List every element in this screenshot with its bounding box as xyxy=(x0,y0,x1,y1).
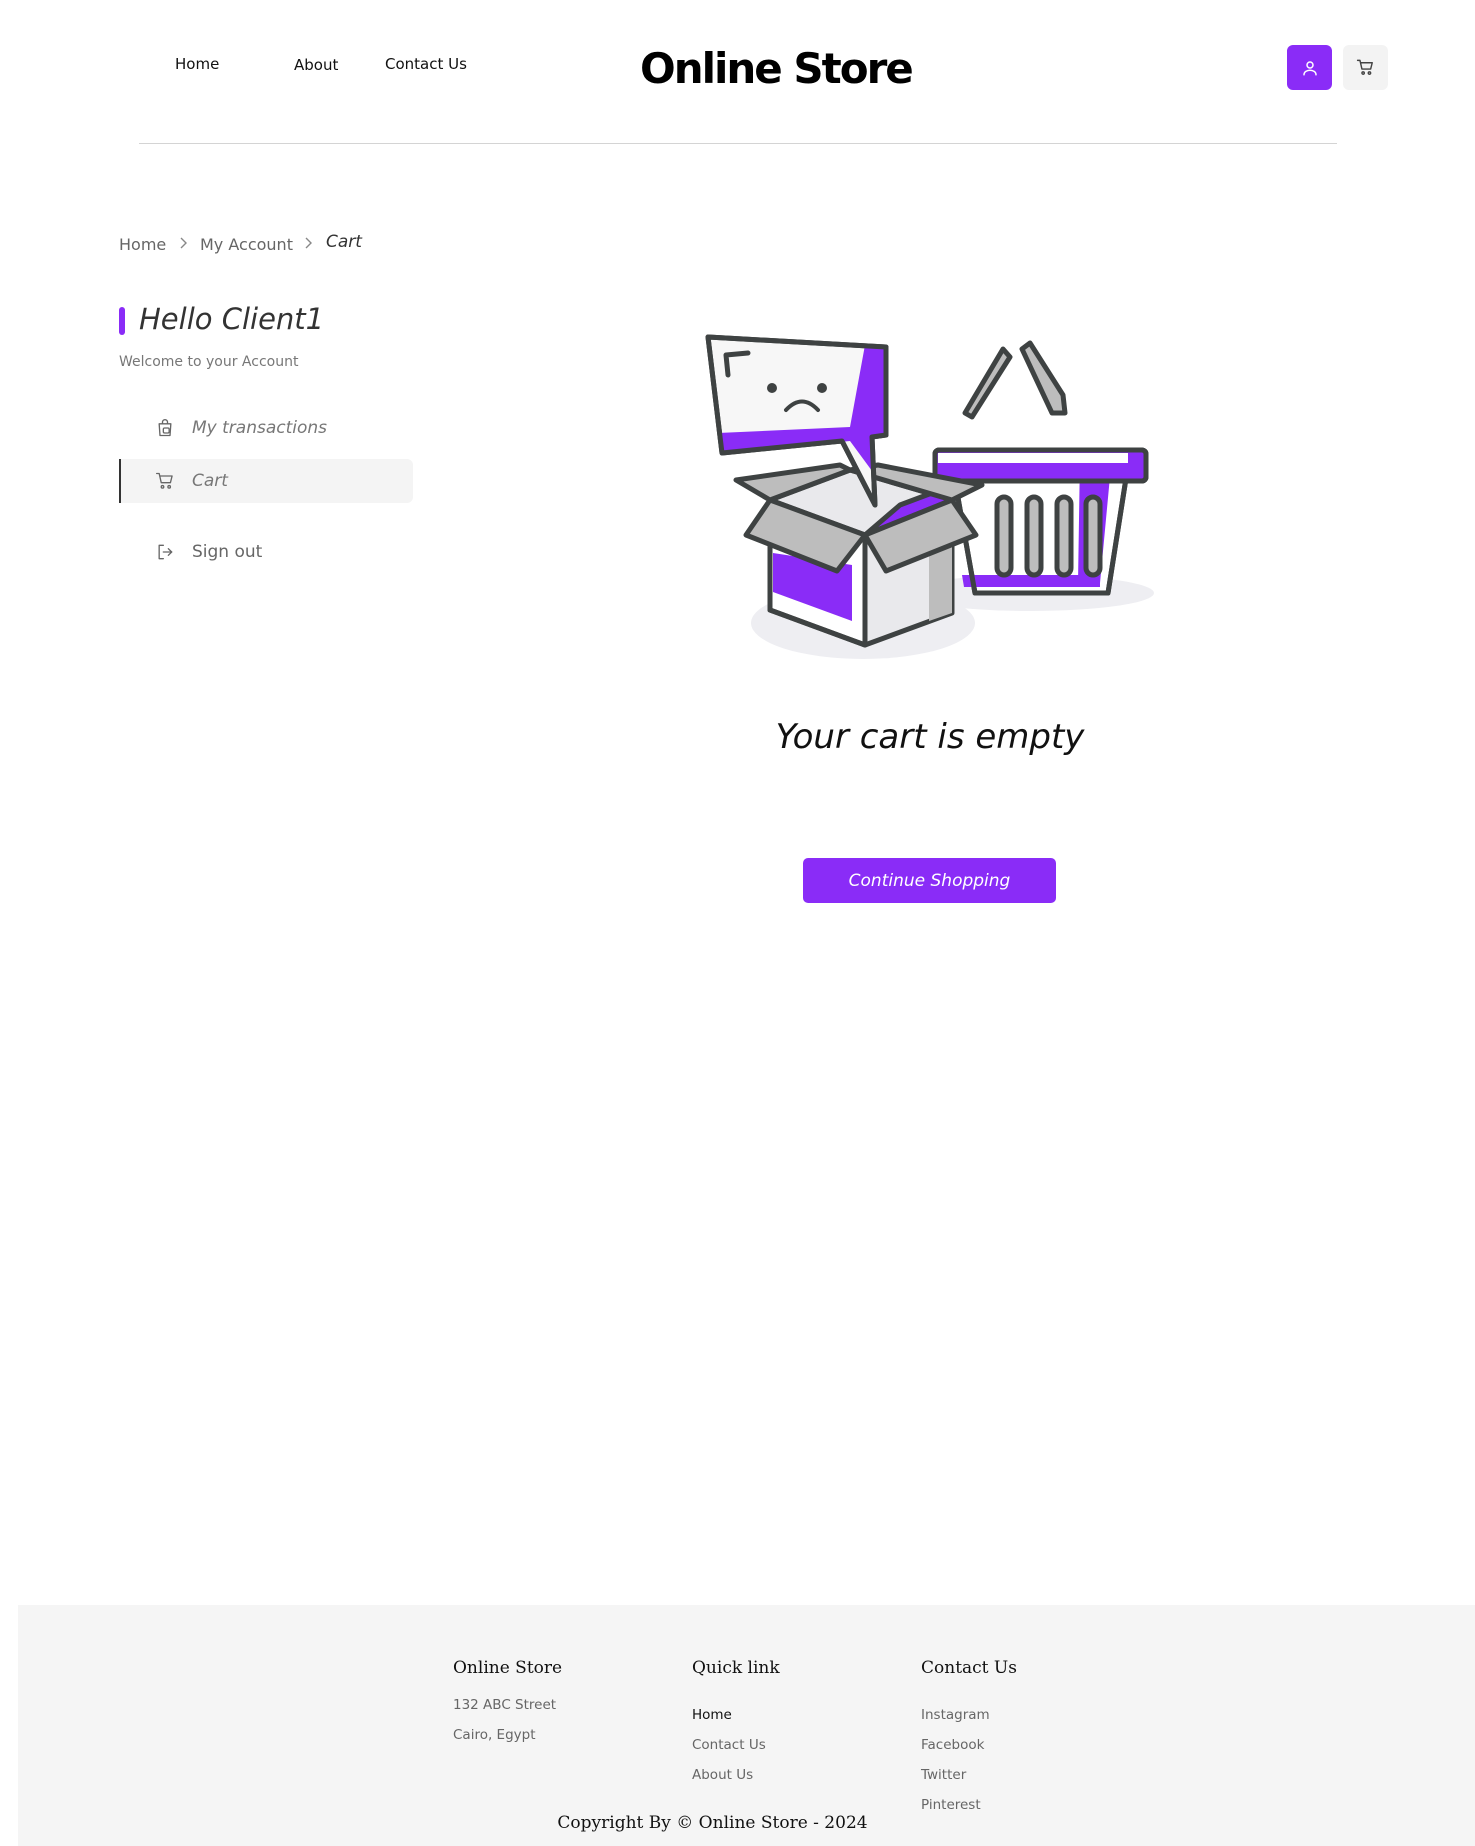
nav-contact-link[interactable]: Contact Us xyxy=(385,55,467,73)
empty-cart-title: Your cart is empty xyxy=(775,717,1085,757)
breadcrumb-home[interactable]: Home xyxy=(119,235,166,254)
footer-address-line: Cairo, Egypt xyxy=(453,1727,536,1743)
header-divider xyxy=(139,143,1337,144)
user-icon xyxy=(1302,60,1317,75)
breadcrumb-current: Cart xyxy=(326,232,362,252)
footer xyxy=(18,1605,1475,1846)
footer-link-facebook[interactable]: Facebook xyxy=(921,1737,984,1753)
footer-link-about[interactable]: About Us xyxy=(692,1767,753,1783)
welcome-text: Welcome to your Account xyxy=(119,354,299,370)
greeting-accent-bar xyxy=(119,307,125,335)
cart-button[interactable] xyxy=(1343,45,1388,90)
footer-link-contact[interactable]: Contact Us xyxy=(692,1737,766,1753)
sidebar-item-label: Sign out xyxy=(192,542,263,562)
sidebar-item-label: My transactions xyxy=(192,418,328,438)
chevron-right-icon xyxy=(305,237,312,249)
sidebar-item-cart[interactable]: Cart xyxy=(119,459,413,503)
nav-about-link[interactable]: About xyxy=(294,56,338,74)
footer-store-title: Online Store xyxy=(453,1658,563,1678)
empty-cart-illustration xyxy=(705,334,1154,659)
account-button[interactable] xyxy=(1287,45,1332,90)
continue-shopping-button[interactable]: Continue Shopping xyxy=(803,858,1056,903)
shopping-bag-icon xyxy=(158,419,172,437)
sign-out-icon xyxy=(158,544,173,560)
footer-quick-link-title: Quick link xyxy=(692,1658,780,1678)
breadcrumb-my-account[interactable]: My Account xyxy=(200,235,293,254)
sidebar-item-sign-out[interactable]: Sign out xyxy=(119,530,413,574)
footer-link-instagram[interactable]: Instagram xyxy=(921,1707,990,1723)
chevron-right-icon xyxy=(180,237,187,249)
nav-home-link[interactable]: Home xyxy=(175,55,219,73)
footer-link-twitter[interactable]: Twitter xyxy=(921,1767,966,1783)
footer-link-home[interactable]: Home xyxy=(692,1707,732,1723)
cart-icon xyxy=(1356,59,1373,75)
brand-logo[interactable]: Online Store xyxy=(640,44,914,93)
footer-contact-title: Contact Us xyxy=(921,1658,1017,1678)
copyright-text: Copyright By © Online Store - 2024 xyxy=(557,1813,868,1833)
greeting-title: Hello Client1 xyxy=(139,302,325,336)
sidebar-item-transactions[interactable]: My transactions xyxy=(119,406,413,450)
footer-address-line: 132 ABC Street xyxy=(453,1697,557,1713)
footer-link-pinterest[interactable]: Pinterest xyxy=(921,1797,981,1813)
cart-icon xyxy=(156,472,173,489)
sidebar-item-label: Cart xyxy=(192,471,228,491)
